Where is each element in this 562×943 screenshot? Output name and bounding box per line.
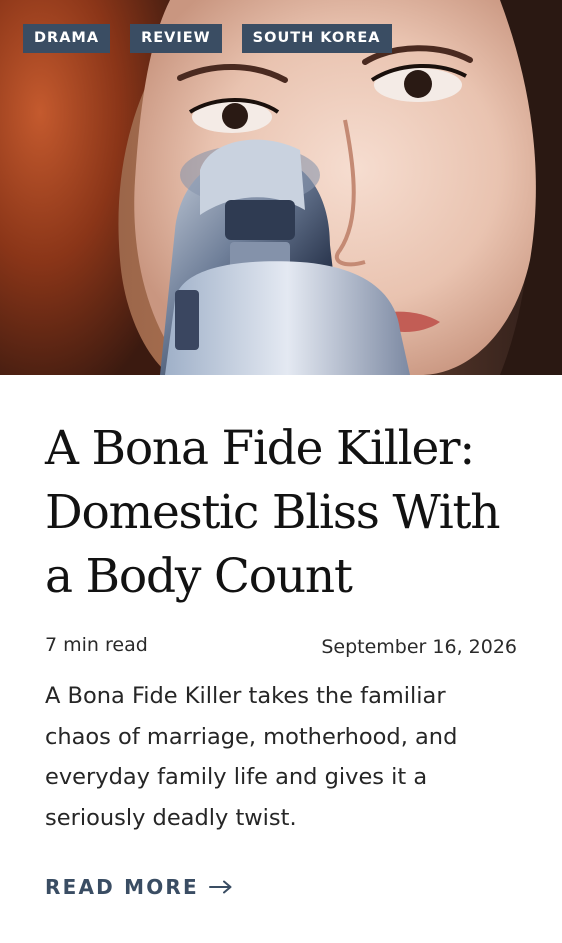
read-time: 7 min read bbox=[45, 634, 148, 656]
hero-photo bbox=[0, 0, 562, 375]
read-more-label: READ MORE bbox=[45, 875, 199, 899]
tag-south-korea[interactable]: SOUTH KOREA bbox=[241, 24, 392, 53]
tag-list: DRAMA REVIEW SOUTH KOREA bbox=[23, 24, 392, 53]
article-title[interactable]: A Bona Fide Killer: Domestic Bliss With … bbox=[45, 417, 517, 609]
article-content: A Bona Fide Killer: Domestic Bliss With … bbox=[0, 417, 562, 899]
tag-drama[interactable]: DRAMA bbox=[23, 24, 111, 53]
article-card[interactable]: DRAMA REVIEW SOUTH KOREA A Bona Fide Kil… bbox=[0, 0, 562, 943]
tag-review[interactable]: REVIEW bbox=[130, 24, 222, 53]
arrow-right-icon bbox=[208, 880, 232, 894]
article-meta: 7 min read September 16, 2026 bbox=[45, 634, 517, 658]
hero-image[interactable]: DRAMA REVIEW SOUTH KOREA bbox=[0, 0, 562, 375]
publish-date: September 16, 2026 bbox=[321, 636, 517, 658]
article-excerpt: A Bona Fide Killer takes the familiar ch… bbox=[45, 683, 458, 831]
read-more-link[interactable]: READ MORE bbox=[45, 875, 233, 899]
